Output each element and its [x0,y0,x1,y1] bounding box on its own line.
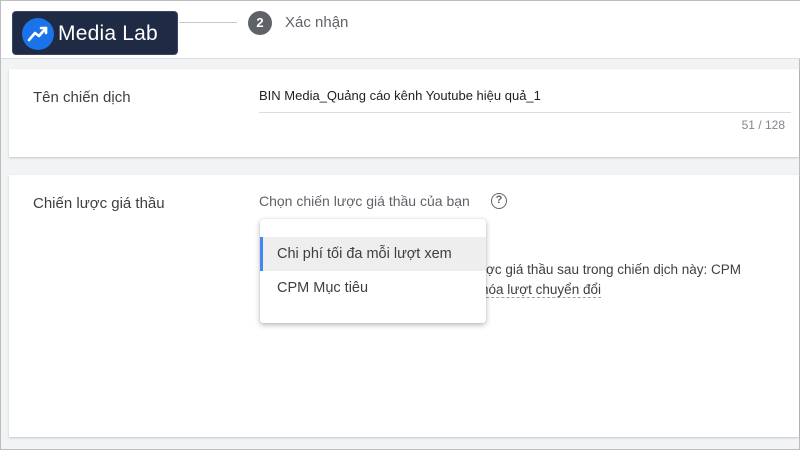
step-number-badge[interactable]: 2 [248,11,272,35]
campaign-name-label: Tên chiến dịch [33,89,131,106]
bidding-strategy-prompt[interactable]: Chọn chiến lược giá thầu của bạn [259,193,470,209]
campaign-name-card: Tên chiến dịch BIN Media_Quảng cáo kênh … [9,69,799,157]
media-lab-logo: Media Lab [12,11,178,55]
campaign-name-value[interactable]: BIN Media_Quảng cáo kênh Youtube hiệu qu… [259,88,541,103]
menu-item-max-cpv[interactable]: Chi phí tối đa mỗi lượt xem [260,237,486,271]
bidding-strategy-label: Chiến lược giá thầu [33,195,165,212]
logo-text: Media Lab [58,22,158,45]
help-circle-icon[interactable]: ? [491,193,507,209]
stepper-connector [179,22,237,23]
step-label[interactable]: Xác nhận [285,14,348,31]
character-counter: 51 / 128 [741,118,785,132]
trending-up-icon [22,18,54,50]
bidding-note-text-1: ược giá thầu sau trong chiến dịch này: C… [477,262,742,277]
bidding-note-text-2[interactable]: hóa lượt chuyển đổi [481,282,601,298]
bidding-note-line1: ược giá thầu sau trong chiến dịch này: C… [477,259,791,281]
campaign-name-input[interactable]: BIN Media_Quảng cáo kênh Youtube hiệu qu… [259,81,791,113]
bidding-note-line2: hóa lượt chuyển đổi [481,279,795,301]
window-frame: 2 Xác nhận Media Lab Tên chiến dịch BIN … [0,0,800,450]
menu-item-target-cpm[interactable]: CPM Mục tiêu [260,271,486,305]
bidding-strategy-dropdown-menu: Chi phí tối đa mỗi lượt xem CPM Mục tiêu [260,219,486,323]
